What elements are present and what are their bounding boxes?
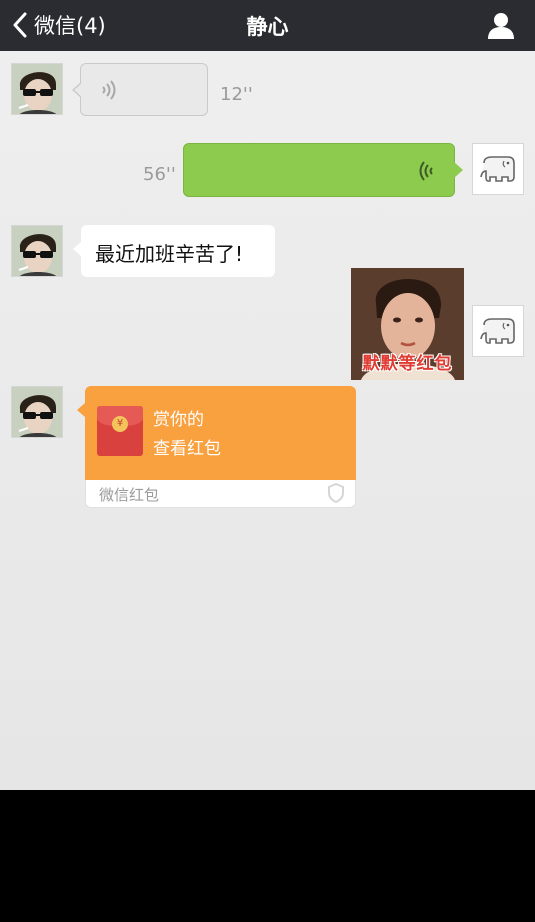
red-packet-card[interactable]: ¥ 赏你的 查看红包 微信红包 bbox=[85, 386, 356, 508]
sticker-caption: 默默等红包 bbox=[362, 354, 453, 374]
coin-icon: ¥ bbox=[112, 416, 128, 432]
red-envelope-icon: ¥ bbox=[97, 406, 143, 456]
chat-screen: 微信(4) 静心 12'' 56'' 最近加班辛苦了! 默默等红包 ¥ 赏你的 … bbox=[0, 0, 535, 790]
chat-title: 静心 bbox=[246, 15, 289, 39]
red-packet-greeting: 赏你的 bbox=[153, 410, 204, 430]
friend-avatar[interactable] bbox=[11, 63, 63, 115]
user-icon[interactable] bbox=[487, 11, 515, 39]
voice-duration: 12'' bbox=[220, 84, 253, 105]
top-navigation-bar: 微信(4) 静心 bbox=[0, 0, 535, 51]
message-text: 最近加班辛苦了! bbox=[95, 242, 244, 266]
friend-avatar[interactable] bbox=[11, 225, 63, 277]
incoming-text-bubble[interactable]: 最近加班辛苦了! bbox=[73, 225, 275, 277]
voice-wave-icon bbox=[102, 80, 116, 100]
voice-duration: 56'' bbox=[143, 164, 176, 185]
red-packet-footer: 微信红包 bbox=[85, 480, 356, 508]
my-avatar[interactable] bbox=[472, 143, 524, 195]
shield-icon bbox=[328, 483, 344, 503]
sticker-image[interactable]: 默默等红包 bbox=[351, 268, 464, 380]
friend-avatar-image bbox=[12, 226, 62, 276]
voice-wave-icon bbox=[419, 161, 433, 181]
red-packet-brand: 微信红包 bbox=[99, 486, 160, 504]
friend-avatar-image bbox=[12, 387, 62, 437]
friend-avatar-image bbox=[12, 64, 62, 114]
red-packet-body: ¥ 赏你的 查看红包 bbox=[85, 386, 356, 480]
elephant-avatar-icon bbox=[480, 318, 515, 344]
incoming-voice-bubble[interactable] bbox=[72, 63, 208, 116]
red-packet-action: 查看红包 bbox=[153, 439, 221, 459]
friend-avatar[interactable] bbox=[11, 386, 63, 438]
bubble-tail bbox=[77, 403, 85, 417]
my-avatar[interactable] bbox=[472, 305, 524, 357]
outgoing-voice-bubble[interactable] bbox=[183, 143, 463, 197]
elephant-avatar-icon bbox=[480, 156, 515, 182]
